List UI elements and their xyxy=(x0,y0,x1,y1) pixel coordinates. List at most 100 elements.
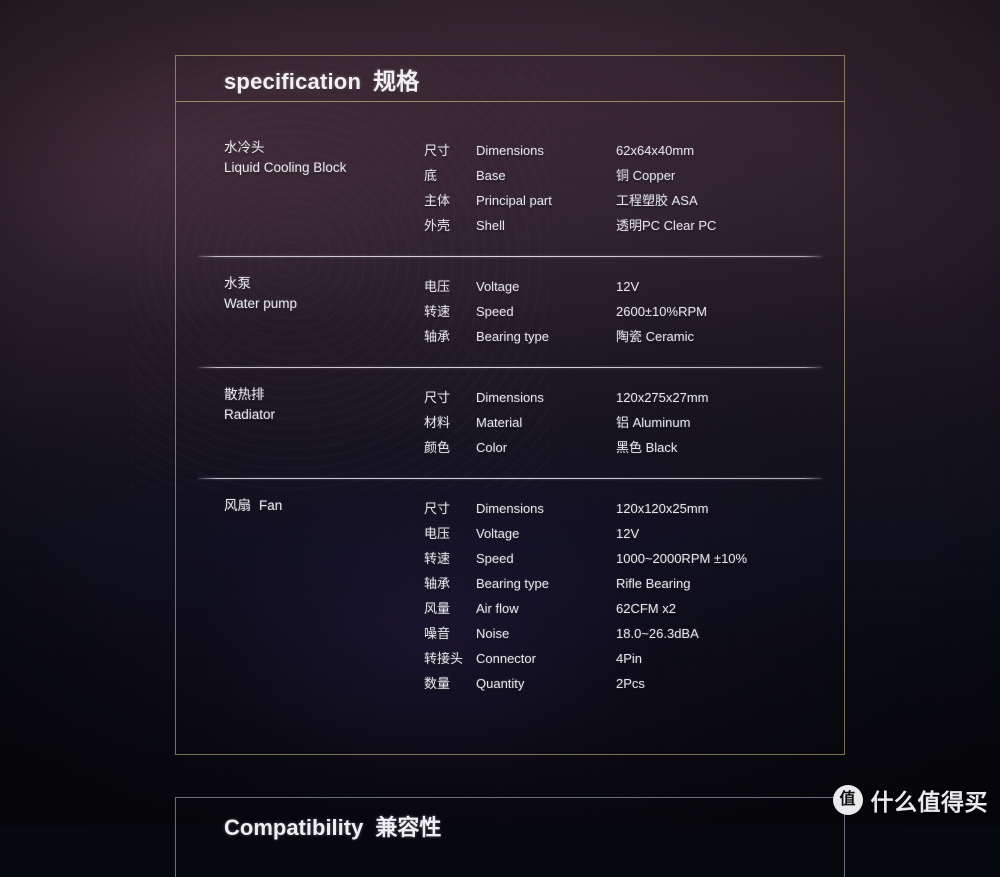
spec-row-value: 120x275x27mm xyxy=(616,390,709,405)
spec-row-group: 电压 Voltage 12V 转速 Speed 2600±10%RPM 轴承 Bearing … xyxy=(424,274,802,349)
spec-row: 尺寸 Dimensions 120x275x27mm xyxy=(424,385,802,410)
spec-row-label-chinese: 主体 xyxy=(424,193,451,208)
spec-row-label-english: Bearing type xyxy=(476,576,549,591)
spec-row-label-english: Quantity xyxy=(476,676,525,691)
spec-row-label-chinese: 外壳 xyxy=(424,218,451,233)
compatibility-title-chinese: 兼容性 xyxy=(375,815,442,840)
spec-row-label-english: Principal part xyxy=(476,193,552,208)
spec-row-value: 2Pcs xyxy=(616,676,645,691)
spec-section-label-english: Liquid Cooling Block xyxy=(224,160,347,175)
spec-row-label-chinese: 底 xyxy=(424,168,438,183)
specification-body: 水冷头 Liquid Cooling Block 尺寸 Dimensions 62x64… xyxy=(176,102,844,696)
spec-section-label: 散热排 Radiator xyxy=(224,385,424,460)
spec-row-label-english: Shell xyxy=(476,218,505,233)
specification-header: specification 规格 xyxy=(176,56,844,102)
spec-row: 外壳 Shell 透明PC Clear PC xyxy=(424,213,802,238)
spec-section-label-chinese: 水冷头 xyxy=(224,140,265,155)
spec-row-label-english: Noise xyxy=(476,626,510,641)
spec-row-label-english: Bearing type xyxy=(476,329,549,344)
spec-row-value: 2600±10%RPM xyxy=(616,304,707,319)
spec-section-label-chinese: 散热排 xyxy=(224,387,265,402)
spec-row-value: Rifle Bearing xyxy=(616,576,691,591)
spec-section: 水泵 Water pump 电压 Voltage 12V 转速 Speed 2600±10%R… xyxy=(176,274,844,349)
spec-row-group: 尺寸 Dimensions 120x275x27mm 材料 Material 铝 Alum… xyxy=(424,385,802,460)
spec-row-label-chinese: 数量 xyxy=(424,676,451,691)
spec-row-value: 工程塑胶 ASA xyxy=(616,193,698,208)
page-title-english: specification xyxy=(224,68,362,94)
spec-row-value: 1000~2000RPM ±10% xyxy=(616,551,748,566)
spec-row: 轴承 Bearing type 陶瓷 Ceramic xyxy=(424,324,802,349)
compatibility-title-english: Compatibility xyxy=(224,815,364,840)
spec-row-label-chinese: 电压 xyxy=(424,526,451,541)
compatibility-title: Compatibility 兼容性 xyxy=(176,798,844,842)
watermark: 值 什么值得买 xyxy=(832,783,989,817)
spec-row-value: 4Pin xyxy=(616,651,643,666)
spec-section-label-english: Water pump xyxy=(224,296,298,311)
spec-section-label: 水冷头 Liquid Cooling Block xyxy=(224,138,424,238)
spec-row: 风量 Air flow 62CFM x2 xyxy=(424,596,802,621)
specification-panel: specification 规格 水冷头 Liquid Cooling Block 尺… xyxy=(175,55,845,755)
spec-section: 风扇 Fan 尺寸 Dimensions 120x120x25mm 电压 Voltage 12… xyxy=(176,496,844,696)
spec-section: 散热排 Radiator 尺寸 Dimensions 120x275x27mm 材料 Mat… xyxy=(176,385,844,460)
spec-row-label-chinese: 转速 xyxy=(424,551,451,566)
spec-row-value: 透明PC Clear PC xyxy=(616,218,717,233)
spec-section-label: 水泵 Water pump xyxy=(224,274,424,349)
spec-row: 转速 Speed 1000~2000RPM ±10% xyxy=(424,546,802,571)
spec-row: 尺寸 Dimensions 120x120x25mm xyxy=(424,496,802,521)
spec-row-label-english: Color xyxy=(476,440,508,455)
spec-row: 底 Base 铜 Copper xyxy=(424,163,802,188)
spec-row: 转接头 Connector 4Pin xyxy=(424,646,802,671)
spec-row: 转速 Speed 2600±10%RPM xyxy=(424,299,802,324)
spec-row: 轴承 Bearing type Rifle Bearing xyxy=(424,571,802,596)
spec-row-group: 尺寸 Dimensions 120x120x25mm 电压 Voltage 12V 转速 Sp… xyxy=(424,496,802,696)
spec-row-label-english: Speed xyxy=(476,304,514,319)
spec-row-label-chinese: 风量 xyxy=(424,601,451,616)
spec-section-label-english: Radiator xyxy=(224,407,276,422)
spec-section-label-text: 风扇 Fan xyxy=(224,498,283,513)
spec-section-label-english: Fan xyxy=(259,498,283,513)
spec-row-label-english: Base xyxy=(476,168,506,183)
spec-row-label-english: Dimensions xyxy=(476,501,544,516)
spec-row-label-chinese: 转接头 xyxy=(424,651,464,666)
spec-row-label-chinese: 颜色 xyxy=(424,440,451,455)
compatibility-panel: Compatibility 兼容性 xyxy=(175,797,845,877)
spec-row-value: 12V xyxy=(616,526,640,541)
spec-row: 噪音 Noise 18.0~26.3dBA xyxy=(424,621,802,646)
spec-row-value: 陶瓷 Ceramic xyxy=(616,329,695,344)
spec-section-label: 风扇 Fan xyxy=(224,496,424,696)
spec-row: 数量 Quantity 2Pcs xyxy=(424,671,802,696)
spec-row-value: 120x120x25mm xyxy=(616,501,709,516)
spec-row-label-chinese: 轴承 xyxy=(424,576,451,591)
spec-row-label-english: Connector xyxy=(476,651,536,666)
spec-row-label-english: Voltage xyxy=(476,279,520,294)
spec-row-label-english: Voltage xyxy=(476,526,520,541)
spec-row-value: 62x64x40mm xyxy=(616,143,695,158)
spec-row-label-chinese: 尺寸 xyxy=(424,390,451,405)
spec-row: 主体 Principal part 工程塑胶 ASA xyxy=(424,188,802,213)
spec-row-group: 尺寸 Dimensions 62x64x40mm 底 Base 铜 Copper 主体 Pri… xyxy=(424,138,802,238)
spec-row-label-chinese: 电压 xyxy=(424,279,451,294)
page-title-chinese: 规格 xyxy=(373,67,420,94)
spec-row-value: 18.0~26.3dBA xyxy=(616,626,699,641)
spec-row-label-english: Air flow xyxy=(476,601,519,616)
spec-row-label-chinese: 材料 xyxy=(424,415,451,430)
spec-row-label-chinese: 尺寸 xyxy=(424,501,451,516)
spec-row-label-chinese: 轴承 xyxy=(424,329,451,344)
smzdm-logo-icon: 值 xyxy=(832,785,863,815)
spec-row-value: 12V xyxy=(616,279,640,294)
spec-row-label-english: Material xyxy=(476,415,523,430)
spec-row: 材料 Material 铝 Aluminum xyxy=(424,410,802,435)
spec-row: 电压 Voltage 12V xyxy=(424,274,802,299)
spec-section-label-chinese: 水泵 xyxy=(224,276,251,291)
spec-row-value: 62CFM x2 xyxy=(616,601,676,616)
page-title: specification 规格 xyxy=(224,62,420,96)
spec-row-value: 黑色 Black xyxy=(616,440,678,455)
spec-row-value: 铝 Aluminum xyxy=(616,415,691,430)
spec-row-label-chinese: 噪音 xyxy=(424,626,451,641)
